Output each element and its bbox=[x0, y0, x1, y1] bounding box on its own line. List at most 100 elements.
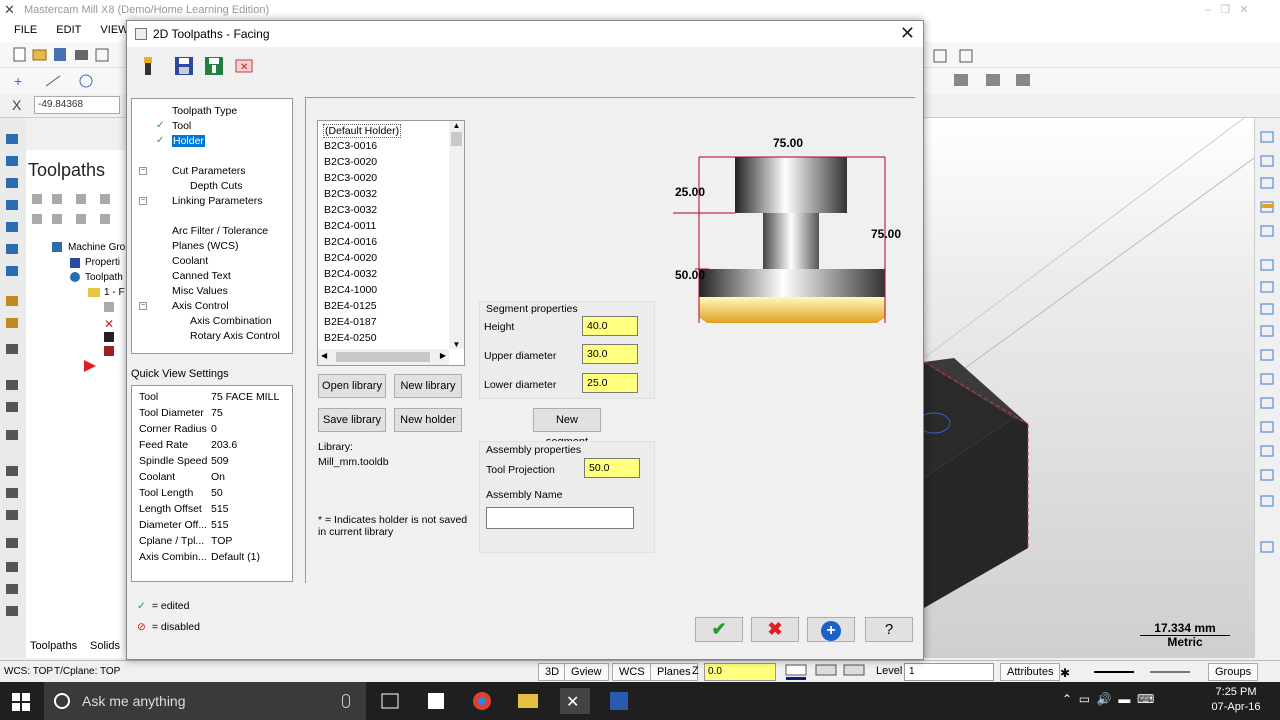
disabled-icon: ⊘ bbox=[137, 621, 146, 633]
save-icon[interactable] bbox=[173, 55, 195, 77]
dialog-title: 2D Toolpaths - Facing bbox=[153, 27, 270, 41]
expand-toggle-icon[interactable]: − bbox=[139, 167, 147, 175]
status-z-input[interactable]: 0.0 bbox=[704, 663, 776, 681]
holder-list-item[interactable]: B2C4-0032 bbox=[324, 268, 377, 280]
holder-list-item[interactable]: B2C3-0016 bbox=[324, 140, 377, 152]
holder-list-item[interactable]: B2E4-0125 bbox=[324, 300, 377, 312]
taskbar-search-box[interactable]: Ask me anything bbox=[44, 682, 366, 720]
status-gview-button[interactable]: Gview bbox=[564, 663, 609, 681]
graphics-viewport[interactable] bbox=[917, 117, 1255, 658]
dim-lower: 50.00 bbox=[675, 268, 706, 282]
scroll-up-arrow[interactable]: ▲ bbox=[449, 121, 464, 130]
taskbar-clock[interactable]: 7:25 PM 07-Apr-16 bbox=[1196, 685, 1276, 715]
delete-icon[interactable]: ✕ bbox=[233, 55, 255, 77]
tree-item-canned-text[interactable]: Canned Text bbox=[172, 270, 231, 282]
quick-view-key: Tool Diameter bbox=[139, 407, 204, 419]
holder-list-item[interactable]: B2C4-0016 bbox=[324, 236, 377, 248]
taskbar-app-icons[interactable]: ✕ bbox=[376, 688, 636, 714]
holder-list-vscroll[interactable]: ▲ ▼ bbox=[449, 121, 464, 349]
expand-toggle-icon[interactable]: − bbox=[139, 302, 147, 310]
holder-list-item[interactable]: B2C4-1000 bbox=[324, 284, 377, 296]
open-library-button[interactable]: Open library bbox=[318, 374, 386, 398]
holder-list-item[interactable]: B2C3-0032 bbox=[324, 204, 377, 216]
tree-item-arc-filter-tolerance[interactable]: Arc Filter / Tolerance bbox=[172, 225, 268, 237]
tree-item-misc-values[interactable]: Misc Values bbox=[172, 285, 228, 297]
dialog-close-button[interactable]: ✕ bbox=[900, 23, 915, 43]
parameter-tree: Toolpath Type ✓ Tool ✓ Holder Cut Parameters D… bbox=[131, 98, 293, 354]
holder-list-hscroll[interactable]: ◀ ▶ bbox=[318, 349, 449, 365]
tree-item-planes-wcs[interactable]: Planes (WCS) bbox=[172, 240, 239, 252]
tree-item-axis-control[interactable]: Axis Control bbox=[172, 300, 229, 312]
height-input[interactable]: 40.0 bbox=[582, 316, 638, 336]
new-segment-button[interactable]: New segment bbox=[533, 408, 601, 448]
quick-view-key: Corner Radius bbox=[139, 423, 207, 435]
status-groups-button[interactable]: Groups bbox=[1208, 663, 1259, 681]
holder-list-item[interactable]: B2E4-0187 bbox=[324, 316, 377, 328]
microphone-icon[interactable] bbox=[342, 694, 350, 708]
cancel-button[interactable]: ✖ bbox=[751, 617, 799, 642]
tree-item-depth-cuts[interactable]: Depth Cuts bbox=[190, 180, 243, 192]
tree-item-cut-parameters[interactable]: Cut Parameters bbox=[172, 165, 246, 177]
holder-list-item-default[interactable]: (Default Holder) bbox=[323, 124, 402, 138]
holder-list-item[interactable]: B2C3-0020 bbox=[324, 156, 377, 168]
scroll-down-arrow[interactable]: ▼ bbox=[449, 340, 464, 349]
holder-list[interactable]: (Default Holder) B2C3-0016 B2C3-0020 B2C3-0… bbox=[317, 120, 465, 366]
new-holder-button[interactable]: New holder bbox=[394, 408, 462, 432]
status-wcs-button[interactable]: WCS bbox=[612, 663, 652, 681]
status-z-label: Z bbox=[692, 665, 699, 677]
scroll-left-arrow[interactable]: ◀ bbox=[321, 351, 327, 360]
ok-button[interactable]: ✔ bbox=[695, 617, 743, 642]
tool-projection-input[interactable]: 50.0 bbox=[584, 458, 640, 478]
flashlight-icon[interactable] bbox=[137, 55, 159, 77]
tree-item-label: Depth Cuts bbox=[190, 180, 243, 192]
status-level-input[interactable]: 1 bbox=[904, 663, 994, 681]
new-library-button[interactable]: New library bbox=[394, 374, 462, 398]
system-tray-icons[interactable]: ⌃ ▭ 🔊 ▬ ⌨ bbox=[1062, 692, 1172, 710]
line-style-selectors[interactable]: ✱ bbox=[1054, 663, 1204, 681]
holder-mid-segment bbox=[763, 213, 819, 269]
expand-toggle-icon[interactable]: − bbox=[139, 197, 147, 205]
save-library-button[interactable]: Save library bbox=[318, 408, 386, 432]
assembly-name-input[interactable] bbox=[486, 507, 634, 529]
hscroll-thumb[interactable] bbox=[336, 352, 430, 362]
tree-item-rotary-axis-control[interactable]: Rotary Axis Control bbox=[190, 330, 280, 342]
holder-list-item[interactable]: B2C3-0020 bbox=[324, 172, 377, 184]
lower-diameter-input[interactable]: 25.0 bbox=[582, 373, 638, 393]
tab-toolpaths[interactable]: Toolpaths bbox=[30, 640, 77, 652]
holder-list-item[interactable]: B2C4-0011 bbox=[324, 220, 376, 232]
menu-file[interactable]: FILE bbox=[6, 20, 45, 40]
quick-view-key: Length Offset bbox=[139, 503, 202, 515]
menu-edit[interactable]: EDIT bbox=[48, 20, 89, 40]
manager-toolbar[interactable] bbox=[30, 190, 126, 230]
help-button[interactable]: ? bbox=[865, 617, 913, 642]
tab-solids[interactable]: Solids bbox=[90, 640, 120, 652]
tree-item-linking-parameters[interactable]: Linking Parameters bbox=[172, 195, 262, 207]
holder-list-item[interactable]: B2C4-0020 bbox=[324, 252, 377, 264]
holder-list-item[interactable]: B2E4-0250 bbox=[324, 332, 377, 344]
tree-item-toolpath-type[interactable]: Toolpath Type bbox=[172, 105, 237, 117]
holder-bottom-segment bbox=[699, 269, 885, 297]
cortana-icon bbox=[54, 693, 70, 709]
coord-x-input[interactable]: -49.84368 bbox=[34, 96, 120, 114]
tree-item-axis-combination[interactable]: Axis Combination bbox=[190, 315, 272, 327]
tree-item-coolant[interactable]: Coolant bbox=[172, 255, 208, 267]
toolbar-icons[interactable] bbox=[0, 42, 120, 68]
upper-diameter-input[interactable]: 30.0 bbox=[582, 344, 638, 364]
holder-list-item[interactable]: B2C3-0032 bbox=[324, 188, 377, 200]
tree-item-holder[interactable]: ✓ Holder bbox=[156, 135, 205, 147]
scroll-right-arrow[interactable]: ▶ bbox=[440, 351, 446, 360]
quick-view-key: Cplane / Tpl... bbox=[139, 535, 205, 547]
status-planes-button[interactable]: Planes bbox=[650, 663, 698, 681]
apply-button[interactable]: + bbox=[807, 617, 855, 642]
status-3d-button[interactable]: 3D bbox=[538, 663, 567, 681]
color-swatch-icons[interactable] bbox=[782, 663, 870, 681]
tool-projection-label: Tool Projection bbox=[486, 464, 555, 476]
toolbar-icons-2[interactable]: + bbox=[0, 68, 130, 94]
scroll-thumb[interactable] bbox=[451, 132, 462, 146]
status-attributes-button[interactable]: Attributes bbox=[1000, 663, 1061, 681]
tree-item-tool[interactable]: ✓ Tool bbox=[156, 120, 191, 132]
app-title: Mastercam Mill X8 (Demo/Home Learning Ed… bbox=[24, 4, 270, 16]
save-to-library-icon[interactable] bbox=[203, 55, 225, 77]
windows-start-icon[interactable] bbox=[12, 693, 30, 711]
quick-view-key: Coolant bbox=[139, 471, 176, 483]
